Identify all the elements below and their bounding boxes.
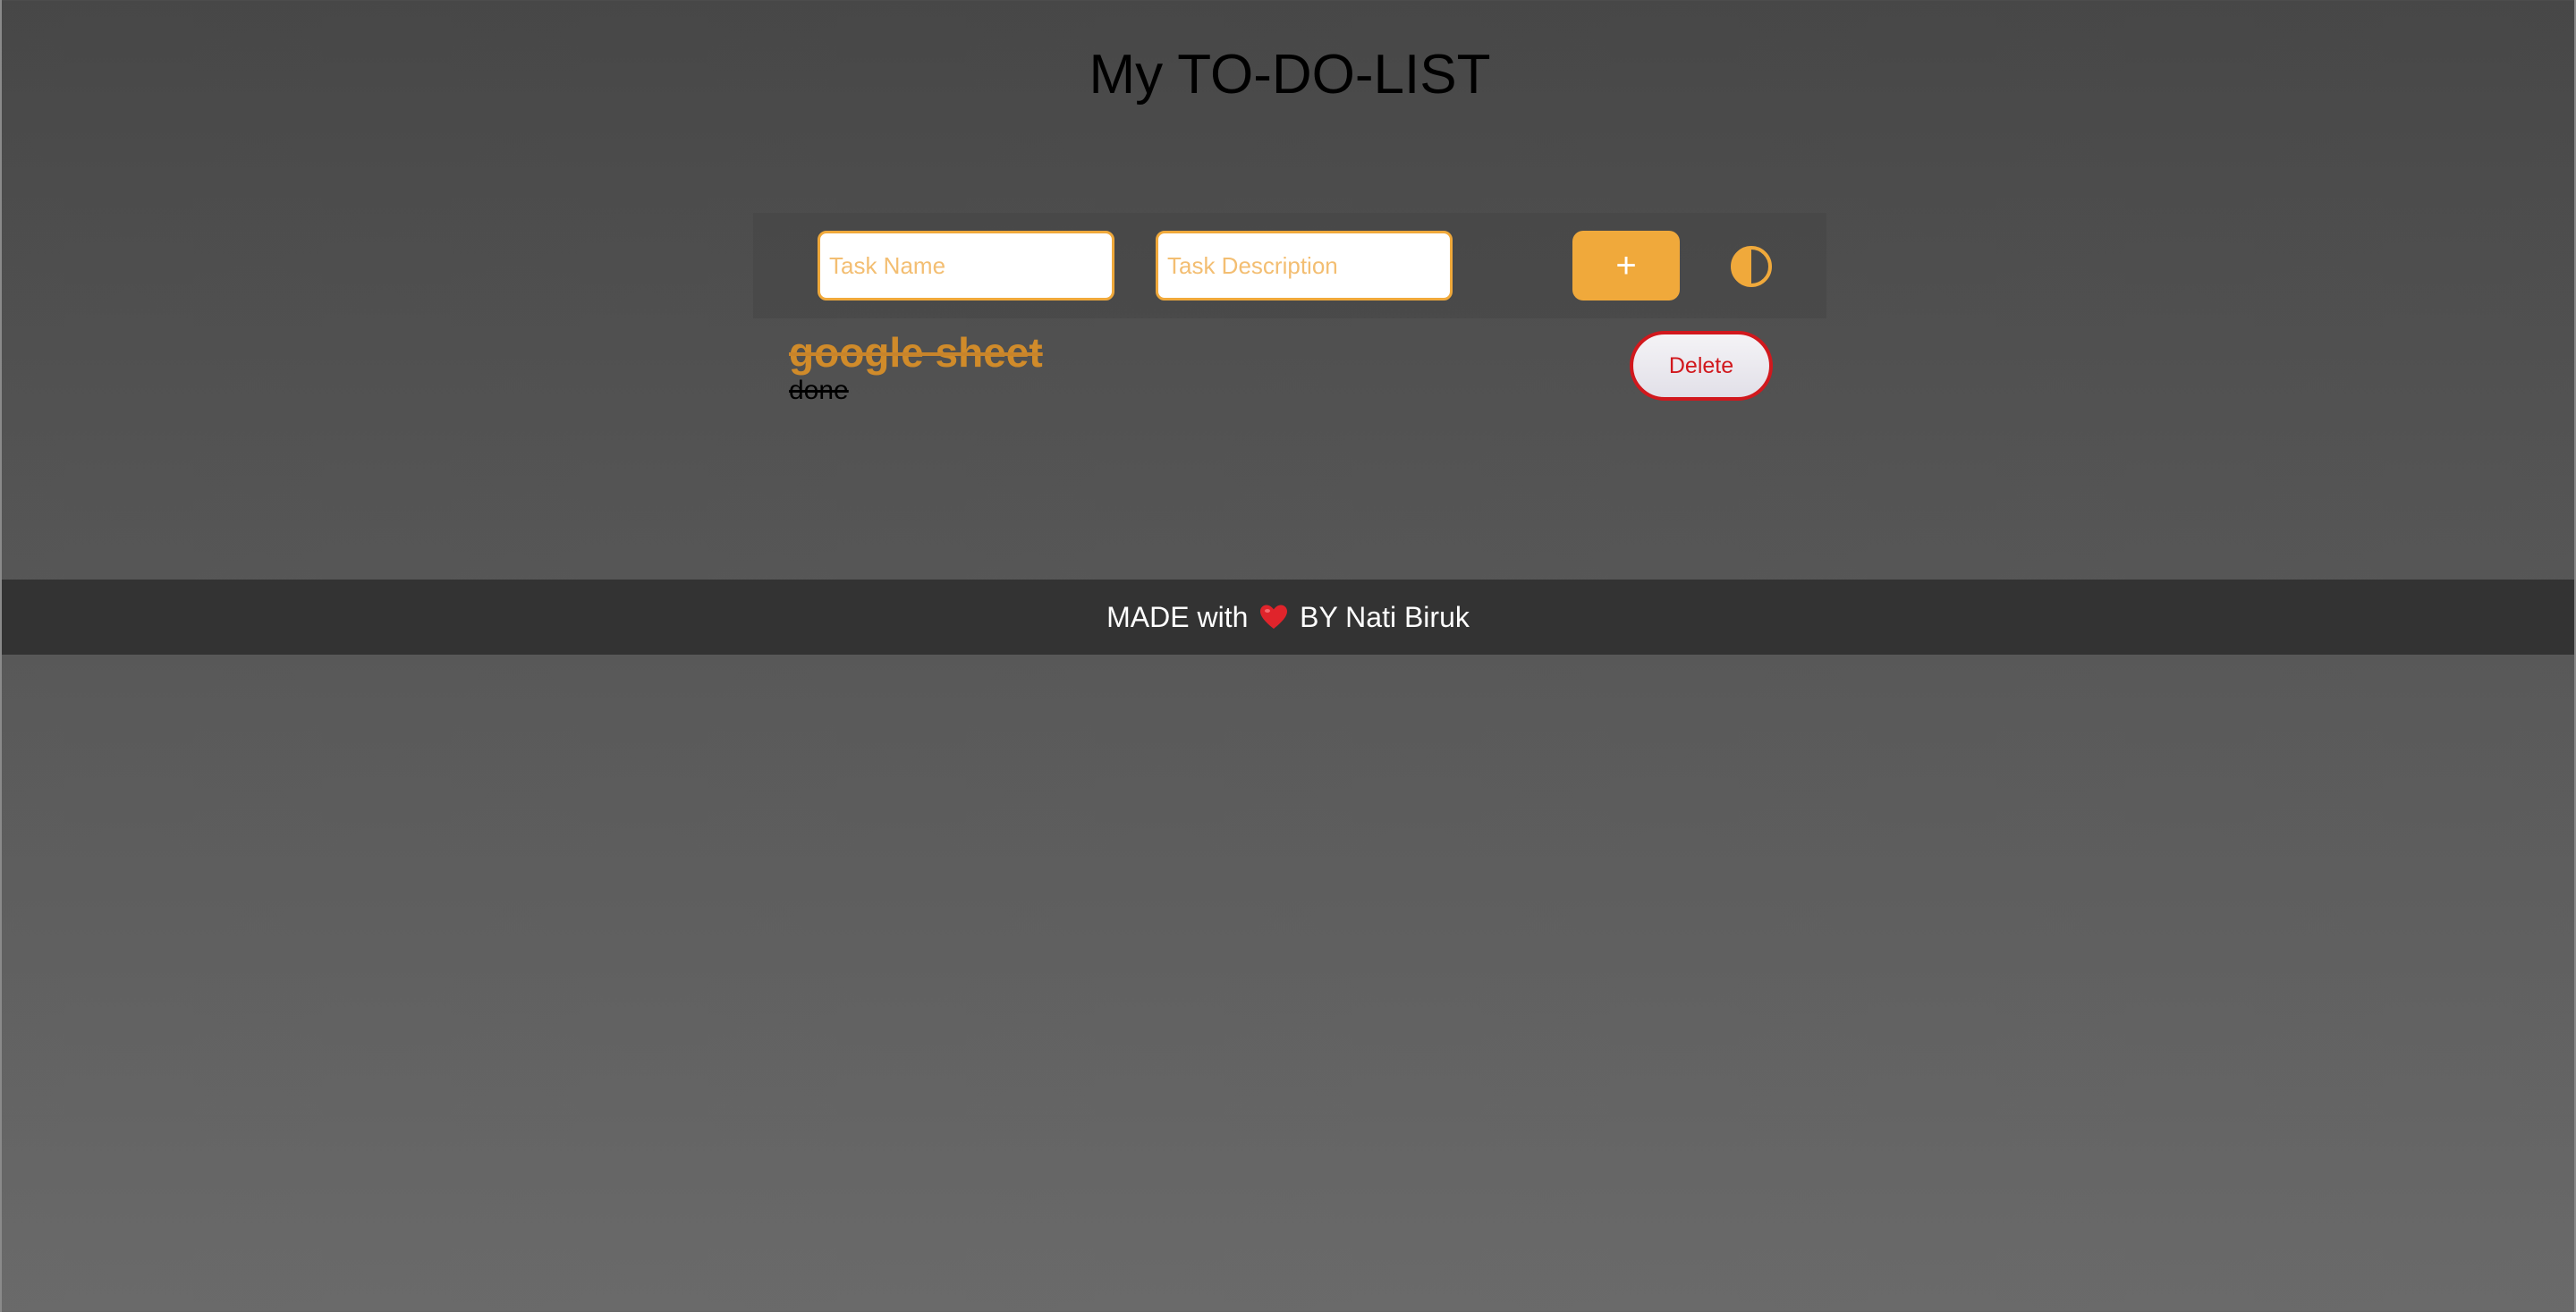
task-name-input[interactable]	[818, 231, 1114, 300]
task-description: done	[789, 376, 849, 405]
contrast-icon[interactable]	[1730, 245, 1773, 288]
page-title: My TO-DO-LIST	[1089, 44, 1491, 106]
task-list-item: google sheet done Delete	[753, 324, 1826, 413]
add-task-button[interactable]: +	[1572, 231, 1680, 300]
footer-prefix: MADE with	[1106, 601, 1249, 633]
footer: MADE with BY Nati Biruk	[2, 580, 2574, 655]
delete-button[interactable]: Delete	[1630, 331, 1773, 401]
heart-icon	[1259, 583, 1288, 629]
footer-suffix: BY Nati Biruk	[1300, 601, 1470, 633]
task-name[interactable]: google sheet	[789, 327, 1043, 377]
task-form: +	[753, 213, 1826, 318]
task-description-input[interactable]	[1156, 231, 1453, 300]
